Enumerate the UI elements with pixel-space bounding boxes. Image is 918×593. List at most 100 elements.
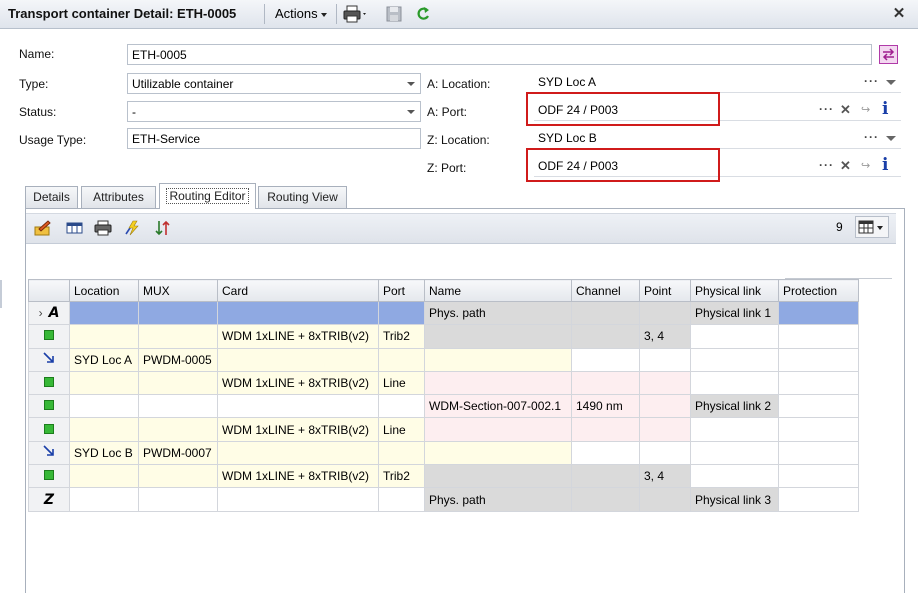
row-header[interactable]	[28, 440, 70, 466]
chevron-down-icon[interactable]	[886, 136, 896, 141]
column-header-card[interactable]: Card	[217, 279, 379, 302]
row-header[interactable]	[28, 347, 70, 372]
table-cell[interactable]: WDM 1xLINE + 8xTRIB(v2)	[217, 417, 379, 442]
swap-button[interactable]	[879, 45, 898, 64]
table-cell[interactable]	[424, 464, 572, 489]
table-cell[interactable]	[424, 370, 572, 396]
table-cell[interactable]	[690, 464, 779, 489]
column-header-physical-link[interactable]: Physical link	[690, 279, 779, 302]
table-cell[interactable]	[69, 417, 139, 442]
print-grid-button[interactable]	[94, 220, 112, 236]
insert-button[interactable]	[66, 220, 84, 236]
table-cell[interactable]	[778, 370, 859, 396]
chevron-down-icon[interactable]	[886, 80, 896, 85]
table-cell[interactable]: Line	[378, 370, 425, 396]
usage-type-field[interactable]: ETH-Service	[127, 128, 421, 149]
table-cell[interactable]	[690, 417, 779, 442]
tab-routing-editor[interactable]: Routing Editor	[159, 183, 256, 209]
table-cell[interactable]	[138, 464, 218, 489]
more-icon[interactable]: ···	[864, 74, 879, 88]
row-header[interactable]	[28, 370, 70, 396]
more-icon[interactable]: ···	[864, 130, 879, 144]
table-cell[interactable]: Phys. path	[424, 300, 572, 326]
table-cell[interactable]	[138, 487, 218, 512]
table-cell[interactable]	[217, 347, 379, 372]
table-cell[interactable]	[138, 394, 218, 419]
column-header-protection[interactable]: Protection	[778, 279, 859, 302]
row-header[interactable]: Z	[28, 487, 70, 512]
row-header[interactable]	[28, 324, 70, 349]
status-select[interactable]: -	[127, 101, 421, 122]
table-cell[interactable]	[571, 347, 640, 372]
tab-details[interactable]: Details	[25, 186, 78, 208]
table-cell[interactable]	[639, 394, 691, 419]
table-cell[interactable]	[69, 300, 139, 326]
column-header-port[interactable]: Port	[378, 279, 425, 302]
table-cell[interactable]	[778, 394, 859, 419]
type-select[interactable]: Utilizable container	[127, 73, 421, 94]
table-cell[interactable]: Trib2	[378, 464, 425, 489]
table-row[interactable]: SYD Loc A PWDM-0005	[28, 347, 859, 372]
table-cell[interactable]	[778, 487, 859, 512]
table-row[interactable]: WDM 1xLINE + 8xTRIB(v2) Line	[28, 370, 859, 396]
more-icon[interactable]: ···	[819, 158, 834, 172]
table-cell[interactable]	[571, 370, 640, 396]
table-cell[interactable]: Line	[378, 417, 425, 442]
table-cell[interactable]: Physical link 2	[690, 394, 779, 419]
table-cell[interactable]	[639, 487, 691, 512]
table-cell[interactable]	[639, 440, 691, 466]
table-cell[interactable]	[217, 440, 379, 466]
tab-routing-view[interactable]: Routing View	[258, 186, 347, 208]
row-header[interactable]	[28, 394, 70, 419]
table-cell[interactable]: Trib2	[378, 324, 425, 349]
info-icon[interactable]: i	[882, 155, 888, 175]
table-row[interactable]: WDM 1xLINE + 8xTRIB(v2) Line	[28, 417, 859, 442]
splitter-handle[interactable]	[0, 280, 2, 308]
table-cell[interactable]	[571, 464, 640, 489]
table-cell[interactable]: Physical link 1	[690, 300, 779, 326]
table-row[interactable]: Z Phys. path Physical link 3	[28, 487, 859, 512]
table-cell[interactable]	[571, 417, 640, 442]
table-cell[interactable]	[424, 440, 572, 466]
table-cell[interactable]	[138, 300, 218, 326]
name-field[interactable]: ETH-0005	[127, 44, 872, 65]
table-cell[interactable]	[639, 300, 691, 326]
tab-attributes[interactable]: Attributes	[81, 186, 156, 208]
table-cell[interactable]	[378, 394, 425, 419]
table-cell[interactable]: 3, 4	[639, 464, 691, 489]
table-cell[interactable]: WDM 1xLINE + 8xTRIB(v2)	[217, 464, 379, 489]
refresh-button[interactable]	[414, 5, 432, 23]
table-cell[interactable]	[217, 487, 379, 512]
table-cell[interactable]	[424, 324, 572, 349]
column-header-point[interactable]: Point	[639, 279, 691, 302]
table-cell[interactable]	[217, 300, 379, 326]
table-cell[interactable]	[217, 394, 379, 419]
row-header[interactable]: › A	[28, 300, 70, 326]
column-header-channel[interactable]: Channel	[571, 279, 640, 302]
table-cell[interactable]	[69, 487, 139, 512]
clear-icon[interactable]: ✕	[840, 102, 851, 118]
table-cell[interactable]	[571, 487, 640, 512]
table-cell[interactable]: SYD Loc B	[69, 440, 139, 466]
table-cell[interactable]	[378, 347, 425, 372]
column-header-name[interactable]: Name	[424, 279, 572, 302]
table-cell[interactable]	[690, 324, 779, 349]
table-cell[interactable]	[639, 370, 691, 396]
table-cell[interactable]	[69, 370, 139, 396]
table-cell[interactable]	[690, 370, 779, 396]
table-cell[interactable]	[69, 394, 139, 419]
table-cell[interactable]	[778, 440, 859, 466]
table-row[interactable]: WDM 1xLINE + 8xTRIB(v2) Trib2 3, 4	[28, 464, 859, 489]
table-cell[interactable]	[778, 300, 859, 326]
table-cell[interactable]	[378, 487, 425, 512]
goto-icon[interactable]: ↪	[861, 103, 870, 116]
table-cell[interactable]	[378, 300, 425, 326]
table-cell[interactable]	[571, 300, 640, 326]
table-cell[interactable]	[424, 417, 572, 442]
table-cell[interactable]	[138, 417, 218, 442]
table-cell[interactable]	[571, 324, 640, 349]
sort-button[interactable]	[154, 220, 172, 236]
table-cell[interactable]: 1490 nm	[571, 394, 640, 419]
edit-button[interactable]	[34, 220, 52, 236]
table-cell[interactable]	[424, 347, 572, 372]
